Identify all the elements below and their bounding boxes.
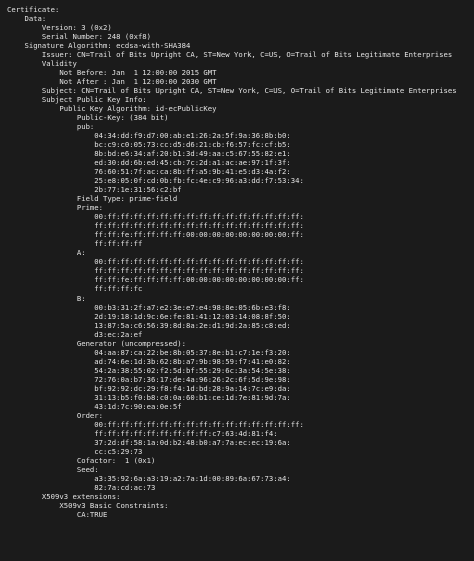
terminal-line: X509v3 Basic Constraints: — [7, 500, 169, 510]
terminal-line: 00:ff:ff:ff:ff:ff:ff:ff:ff:ff:ff:ff:ff:f… — [7, 257, 304, 267]
terminal-line: ed:30:dd:6b:ed:45:cb:7c:2d:a1:ac:ae:97:1… — [7, 158, 291, 168]
terminal-line: 31:13:b5:f0:b8:c0:0a:60:b1:ce:1d:7e:81:9… — [7, 392, 291, 402]
terminal-line: Generator (uncompressed): — [7, 338, 186, 348]
terminal-line: Cofactor: 1 (0x1) — [7, 455, 156, 465]
terminal-line: d3:ec:2a:ef — [7, 329, 143, 339]
terminal-line: Subject: CN=Trail of Bits Upright CA, ST… — [7, 86, 457, 96]
terminal-line: Serial Number: 248 (0xf8) — [7, 32, 152, 42]
terminal-line: 25:e8:05:0f:cd:0b:fb:fc:4e:c9:96:a3:dd:f… — [7, 176, 304, 186]
terminal-line: bc:c9:c0:05:73:cc:d5:d6:21:cb:f6:57:fc:c… — [7, 140, 291, 150]
terminal-line: Seed: — [7, 464, 99, 474]
terminal-line: bf:92:92:dc:29:f8:f4:1d:bd:28:9a:14:7c:e… — [7, 383, 291, 393]
terminal-line: 00:ff:ff:ff:ff:ff:ff:ff:ff:ff:ff:ff:ff:f… — [7, 419, 304, 429]
terminal-line: Issuer: CN=Trail of Bits Upright CA, ST=… — [7, 50, 453, 60]
terminal-line: Public Key Algorithm: id-ecPublicKey — [7, 104, 217, 114]
terminal-line: 8b:bd:e6:34:af:20:b1:3d:49:aa:c5:67:55:8… — [7, 149, 291, 159]
terminal-line: 13:87:5a:c6:56:39:8d:8a:2e:d1:9d:2a:85:c… — [7, 320, 291, 330]
terminal-line: ff:ff:ff:ff:ff:ff:ff:ff:ff:ff:ff:ff:ff:f… — [7, 221, 304, 231]
terminal-line: A: — [7, 248, 86, 258]
terminal-line: ff:ff:ff:ff:ff:ff:ff:ff:ff:ff:ff:ff:ff:f… — [7, 266, 304, 276]
terminal-line: X509v3 extensions: — [7, 491, 121, 501]
terminal-line: Field Type: prime-field — [7, 194, 178, 204]
terminal-line: 00:b3:31:2f:a7:e2:3e:e7:e4:98:8e:05:6b:e… — [7, 302, 291, 312]
terminal-line: ff:ff:fe:ff:ff:ff:ff:00:00:00:00:00:00:0… — [7, 230, 304, 240]
terminal-line: Not Before: Jan 1 12:00:00 2015 GMT — [7, 68, 217, 78]
terminal-line: 00:ff:ff:ff:ff:ff:ff:ff:ff:ff:ff:ff:ff:f… — [7, 212, 304, 222]
terminal-line: 37:2d:df:58:1a:0d:b2:48:b0:a7:7a:ec:ec:1… — [7, 437, 291, 447]
terminal-line: B: — [7, 293, 86, 303]
terminal-line: 04:34:dd:f9:d7:00:ab:e1:26:2a:5f:9a:36:8… — [7, 131, 291, 141]
terminal-line: 43:1d:7c:90:ea:0e:5f — [7, 401, 182, 411]
terminal-line: Order: — [7, 410, 104, 420]
terminal-line: 04:aa:87:ca:22:be:8b:05:37:8e:b1:c7:1e:f… — [7, 347, 291, 357]
terminal-line: 2b:77:1e:31:56:c2:bf — [7, 185, 182, 195]
terminal-line: Prime: — [7, 203, 104, 213]
terminal-line: a3:35:92:6a:a3:19:a2:7a:1d:00:89:6a:67:7… — [7, 473, 291, 483]
terminal-line: 82:7a:cd:ac:73 — [7, 482, 156, 492]
terminal-output: Certificate: Data: Version: 3 (0x2) Seri… — [0, 0, 474, 561]
terminal-line: Data: — [7, 14, 47, 24]
terminal-line: Subject Public Key Info: — [7, 95, 147, 105]
terminal-line: pub: — [7, 122, 95, 132]
terminal-line: 2d:19:18:1d:9c:6e:fe:81:41:12:03:14:08:8… — [7, 311, 291, 321]
terminal-line: Validity — [7, 59, 77, 69]
terminal-line: cc:c5:29:73 — [7, 446, 143, 456]
terminal-line: ad:74:6e:1d:3b:62:8b:a7:9b:98:59:f7:41:e… — [7, 356, 291, 366]
terminal-line: ff:ff:ff:ff:ff:ff:ff:ff:ff:c7:63:4d:81:f… — [7, 428, 278, 438]
terminal-line: ff:ff:ff:fc — [7, 284, 143, 294]
terminal-line: 72:76:0a:b7:36:17:de:4a:96:26:2c:6f:5d:9… — [7, 374, 291, 384]
terminal-line: Signature Algorithm: ecdsa-with-SHA384 — [7, 41, 191, 51]
terminal-line: CA:TRUE — [7, 509, 108, 519]
terminal-line: 54:2a:38:55:02:f2:5d:bf:55:29:6c:3a:54:5… — [7, 365, 291, 375]
terminal-line: Certificate: — [7, 5, 60, 14]
terminal-line: Public-Key: (384 bit) — [7, 113, 169, 123]
terminal-line: Not After : Jan 1 12:00:00 2030 GMT — [7, 77, 217, 87]
terminal-line: ff:ff:ff:ff — [7, 239, 143, 249]
terminal-line: 76:60:51:7f:ac:ca:8b:ff:a5:9b:41:e5:d3:4… — [7, 167, 291, 177]
terminal-line: ff:ff:fe:ff:ff:ff:ff:00:00:00:00:00:00:0… — [7, 275, 304, 285]
terminal-line: Version: 3 (0x2) — [7, 23, 112, 33]
